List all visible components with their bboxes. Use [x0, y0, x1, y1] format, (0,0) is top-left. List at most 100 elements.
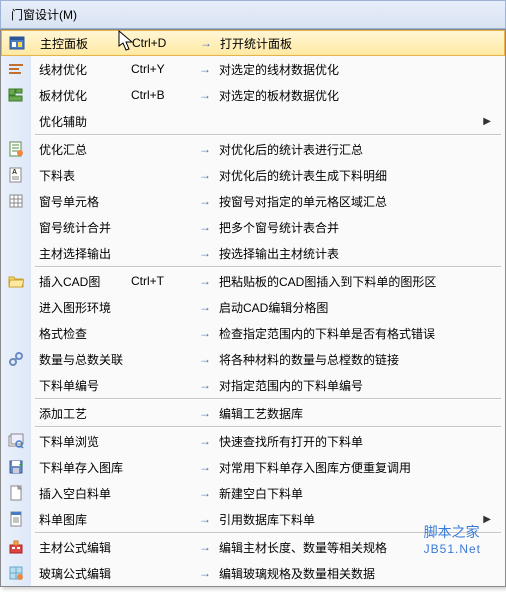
arrow-icon: → [191, 194, 219, 208]
save-lib-icon [8, 459, 24, 475]
link-icon [8, 351, 24, 367]
menu-item-label: 主材选择输出 [31, 245, 131, 262]
menu-item[interactable]: 优化辅助▶ [1, 108, 505, 134]
menu-item-label: 下料单浏览 [31, 433, 131, 450]
menu-item[interactable]: 插入CAD图Ctrl+T→把粘贴板的CAD图插入到下料单的图形区 [1, 268, 505, 294]
menu-gutter [1, 454, 31, 480]
menu-item[interactable]: 优化汇总→对优化后的统计表进行汇总 [1, 136, 505, 162]
menu-item-label: 窗号统计合并 [31, 219, 131, 236]
menu-item[interactable]: 插入空白料单→新建空白下料单 [1, 480, 505, 506]
menu-item[interactable]: 添加工艺 →编辑工艺数据库 [1, 400, 505, 426]
menu-item[interactable]: 窗号统计合并 →把多个窗号统计表合并 [1, 214, 505, 240]
arrow-icon: → [191, 246, 219, 260]
menu-gutter [1, 240, 31, 266]
menu-gutter [1, 428, 31, 454]
menu-item-description: 启动CAD编辑分格图 [219, 299, 328, 316]
menu-item-description: 把多个窗号统计表合并 [219, 219, 339, 236]
menu-item[interactable]: 窗号单元格→按窗号对指定的单元格区域汇总 [1, 188, 505, 214]
arrow-icon: → [191, 460, 219, 474]
arrow-icon: → [191, 168, 219, 182]
menu-item-label: 下料表 [31, 167, 131, 184]
menu-item[interactable]: 板材优化Ctrl+B→对选定的板材数据优化 [1, 82, 505, 108]
menu-gutter [1, 480, 31, 506]
menu-item[interactable]: 下料单存入图库→对常用下料单存入图库方便重复调用 [1, 454, 505, 480]
menu-item-shortcut: Ctrl+D [132, 36, 192, 50]
submenu-chevron-icon: ▶ [483, 116, 491, 127]
menu-item[interactable]: 进入图形环境→启动CAD编辑分格图 [1, 294, 505, 320]
db-icon [8, 511, 24, 527]
menu-item[interactable]: 格式检查→检查指定范围内的下料单是否有格式错误 [1, 320, 505, 346]
menu-item-label: 插入CAD图 [31, 273, 131, 290]
menu-item[interactable]: A 下料表 →对优化后的统计表生成下料明细 [1, 162, 505, 188]
menu-gutter [1, 82, 31, 108]
menu-item-description: 对优化后的统计表生成下料明细 [219, 167, 387, 184]
menu-item-description: 对优化后的统计表进行汇总 [219, 141, 363, 158]
arrow-icon: → [191, 274, 219, 288]
menu-item[interactable]: 下料单浏览 →快速查找所有打开的下料单 [1, 428, 505, 454]
menu-item[interactable]: 数量与总数关联→将各种材料的数量与总樘数的链接 [1, 346, 505, 372]
menu-gutter [1, 320, 31, 346]
menu-gutter: A [1, 162, 31, 188]
menu-item-description: 编辑玻璃规格及数量相关数据 [219, 565, 375, 582]
menu-gutter [1, 268, 31, 294]
menu-gutter [1, 506, 31, 532]
menu-gutter [1, 346, 31, 372]
menu-gutter [1, 560, 31, 586]
menu-item-shortcut: Ctrl+T [131, 274, 191, 288]
menu-item-description: 快速查找所有打开的下料单 [219, 433, 363, 450]
menu-item-description: 新建空白下料单 [219, 485, 303, 502]
sheet-icon [8, 141, 24, 157]
menu-item-description: 检查指定范围内的下料单是否有格式错误 [219, 325, 435, 342]
arrow-icon: → [191, 406, 219, 420]
board-opt-icon [8, 87, 24, 103]
arrow-icon: → [191, 566, 219, 580]
arrow-icon: → [191, 300, 219, 314]
menu-item-description: 对指定范围内的下料单编号 [219, 377, 363, 394]
menu-gutter [2, 31, 32, 55]
menu-item[interactable]: 玻璃公式编辑→编辑玻璃规格及数量相关数据 [1, 560, 505, 586]
menu-gutter [1, 372, 31, 398]
menu-gutter [1, 294, 31, 320]
menubar: 门窗设计(M) [0, 0, 506, 29]
menu-item-label: 添加工艺 [31, 405, 131, 422]
arrow-icon: → [191, 220, 219, 234]
menu-item-label: 料单图库 [31, 511, 131, 528]
folder-icon [8, 273, 24, 289]
arrow-icon: → [191, 326, 219, 340]
menu-item-description: 对选定的板材数据优化 [219, 87, 339, 104]
menu-gutter [1, 214, 31, 240]
arrow-icon: → [191, 486, 219, 500]
grid-icon [8, 193, 24, 209]
menu-item-shortcut: Ctrl+B [131, 88, 191, 102]
menu-item[interactable]: 主控面板Ctrl+D→打开统计面板 [1, 30, 505, 56]
menu-item[interactable]: 主材公式编辑→编辑主材长度、数量等相关规格 [1, 534, 505, 560]
panel-icon [9, 35, 25, 51]
menu-item[interactable]: 主材选择输出 →按选择输出主材统计表 [1, 240, 505, 266]
menu-item-description: 将各种材料的数量与总樘数的链接 [219, 351, 399, 368]
menu-item-description: 对选定的线材数据优化 [219, 61, 339, 78]
dropdown-menu: 主控面板Ctrl+D→打开统计面板线材优化Ctrl+Y→对选定的线材数据优化板材… [0, 29, 506, 587]
menu-item[interactable]: 下料单编号→对指定范围内的下料单编号 [1, 372, 505, 398]
arrow-icon: → [191, 434, 219, 448]
menu-gutter [1, 56, 31, 82]
menu-item-shortcut: Ctrl+Y [131, 62, 191, 76]
svg-text:A: A [12, 169, 17, 176]
menu-gutter [1, 400, 31, 426]
menu-item[interactable]: 料单图库→引用数据库下料单▶ [1, 506, 505, 532]
arrow-icon: → [191, 88, 219, 102]
menu-gutter [1, 188, 31, 214]
menu-item-description: 编辑工艺数据库 [219, 405, 303, 422]
menu-item-label: 数量与总数关联 [31, 351, 131, 368]
menu-item[interactable]: 线材优化Ctrl+Y→对选定的线材数据优化 [1, 56, 505, 82]
arrow-icon: → [191, 540, 219, 554]
arrow-icon: → [191, 62, 219, 76]
menu-gutter [1, 108, 31, 134]
menu-item-label: 线材优化 [31, 61, 131, 78]
menu-item-label: 主控面板 [32, 35, 132, 52]
browse-icon [8, 433, 24, 449]
line-opt-icon [8, 61, 24, 77]
menubar-item-window-design[interactable]: 门窗设计(M) [1, 3, 87, 26]
menu-item-label: 窗号单元格 [31, 193, 131, 210]
menu-item-description: 按选择输出主材统计表 [219, 245, 339, 262]
arrow-icon: → [192, 36, 220, 50]
